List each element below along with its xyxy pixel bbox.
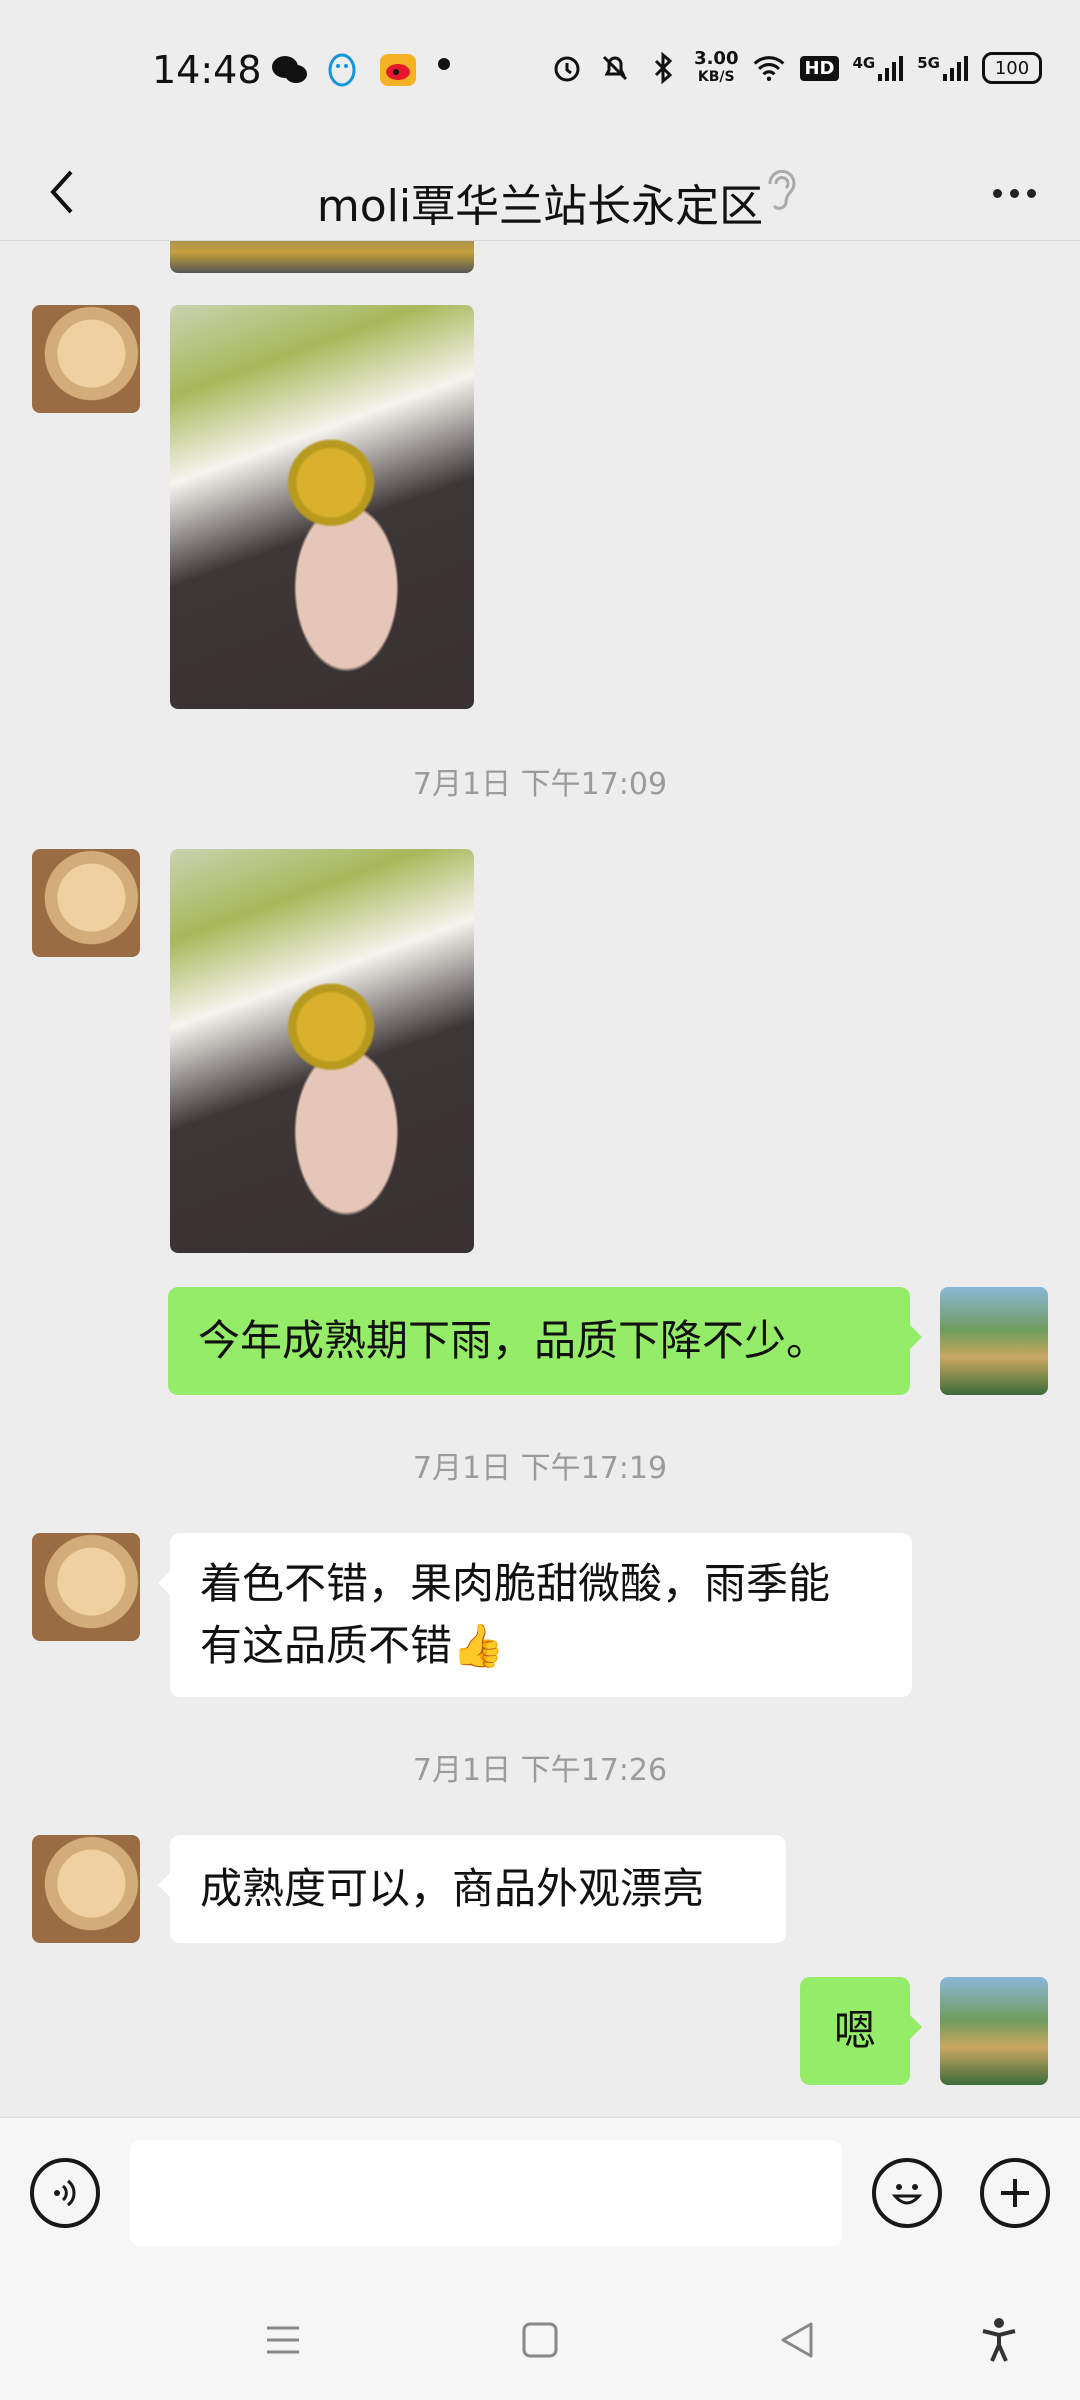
- status-notification-icons: [270, 52, 456, 88]
- input-bar: [0, 2117, 1080, 2278]
- signal-bars-icon: [878, 56, 904, 81]
- more-options-button[interactable]: [984, 168, 1044, 218]
- earpiece-mode-icon: [760, 162, 800, 214]
- bluetooth-icon: [646, 51, 680, 85]
- chat-header: moli覃华兰站长永定区: [0, 140, 1080, 241]
- contact-avatar[interactable]: [32, 1533, 140, 1641]
- voice-input-button[interactable]: [30, 2158, 100, 2228]
- wechat-icon: [270, 52, 310, 88]
- emoji-button[interactable]: [872, 2158, 942, 2228]
- sent-message[interactable]: 今年成熟期下雨，品质下降不少。: [168, 1287, 922, 1395]
- received-message[interactable]: 成熟度可以，商品外观漂亮: [158, 1835, 786, 1943]
- weibo-icon: [378, 52, 418, 88]
- thumbs-up-emoji: 👍: [452, 1621, 505, 1670]
- accessibility-button[interactable]: [974, 2317, 1024, 2363]
- emoji-icon: [891, 2184, 923, 2205]
- more-icon: [992, 188, 1002, 198]
- mute-bell-icon: [598, 51, 632, 85]
- message-timestamp: 7月1日 下午17:09: [412, 767, 668, 802]
- more-actions-button[interactable]: [980, 2158, 1050, 2228]
- my-avatar[interactable]: [940, 1977, 1048, 2085]
- status-bar: 14:48 3.00 KB/S HD 4G 5G 100: [0, 0, 1080, 140]
- message-text: 成熟度可以，商品外观漂亮: [200, 1864, 705, 1913]
- received-message[interactable]: 着色不错，果肉脆甜微酸，雨季能 有这品质不错👍: [158, 1533, 912, 1697]
- hd-badge: HD: [800, 55, 839, 81]
- message-list[interactable]: 7月1日 下午17:09 今年成熟期下雨，品质下降不少。 7月1日 下午17:1…: [0, 241, 1080, 2117]
- wifi-icon: [752, 51, 786, 85]
- signal-4g: 4G: [853, 54, 904, 82]
- message-timestamp: 7月1日 下午17:26: [412, 1753, 668, 1788]
- contact-avatar[interactable]: [32, 305, 140, 413]
- menu-nav-button[interactable]: [258, 2317, 308, 2363]
- message-timestamp: 7月1日 下午17:19: [412, 1451, 668, 1486]
- notification-dot-icon: [432, 52, 456, 88]
- back-nav-button[interactable]: [772, 2317, 822, 2363]
- message-text: 今年成熟期下雨，品质下降不少。: [198, 1316, 829, 1365]
- image-message[interactable]: [170, 241, 474, 273]
- signal-5g: 5G: [917, 54, 968, 82]
- status-time: 14:48: [152, 48, 262, 92]
- my-avatar[interactable]: [940, 1287, 1048, 1395]
- contact-avatar[interactable]: [32, 1835, 140, 1943]
- image-message[interactable]: [170, 849, 474, 1253]
- battery-indicator: 100: [982, 52, 1042, 84]
- message-text-line: 着色不错，果肉脆甜微酸，雨季能: [200, 1559, 831, 1608]
- back-triangle-icon: [781, 2322, 813, 2358]
- signal-bars-icon: [943, 56, 968, 81]
- home-nav-button[interactable]: [515, 2317, 565, 2363]
- contact-avatar[interactable]: [32, 849, 140, 957]
- network-speed: 3.00 KB/S: [694, 48, 739, 86]
- menu-icon: [267, 2326, 299, 2354]
- message-text: 嗯: [833, 2006, 876, 2055]
- status-system-icons: 3.00 KB/S HD 4G 5G 100: [550, 50, 1042, 86]
- system-nav-bar: [0, 2277, 1080, 2400]
- qq-icon: [324, 52, 364, 88]
- plus-icon: [1001, 2179, 1029, 2207]
- accessibility-icon: [982, 2318, 1016, 2362]
- image-message[interactable]: [170, 305, 474, 709]
- voice-icon: [54, 2179, 76, 2207]
- sent-message[interactable]: 嗯: [800, 1977, 922, 2085]
- message-input[interactable]: [130, 2140, 842, 2246]
- alarm-icon: [550, 51, 584, 85]
- chat-title: moli覃华兰站长永定区: [316, 181, 764, 232]
- message-text-line: 有这品质不错: [200, 1621, 453, 1670]
- home-square-icon: [522, 2322, 558, 2358]
